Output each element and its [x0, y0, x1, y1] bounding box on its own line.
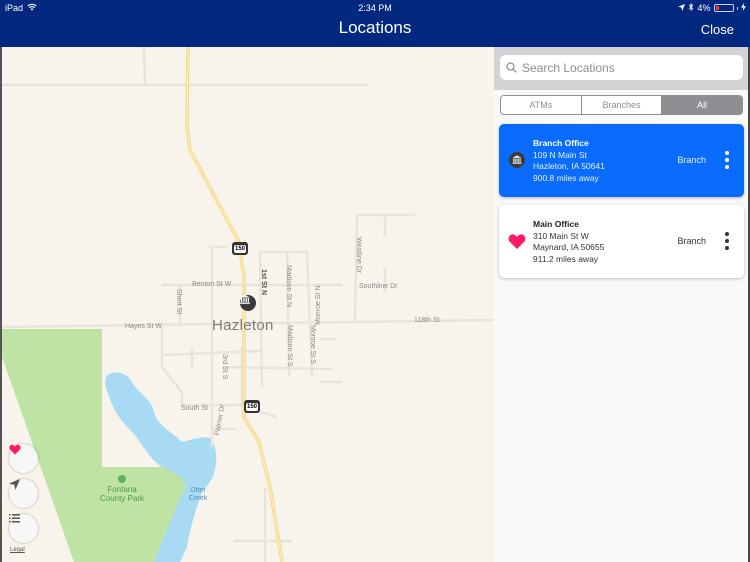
location-address-line2: Hazleton, IA 50641 [533, 161, 605, 171]
street-label: 118th St [414, 317, 440, 324]
park-marker-icon [118, 475, 126, 483]
street-label: Southline Dr [359, 283, 398, 290]
location-arrow-icon [9, 479, 20, 490]
bluetooth-icon [688, 2, 694, 13]
bank-map-pin[interactable] [240, 295, 256, 311]
heart-icon [508, 232, 526, 250]
park-label: Fontana County Park [99, 485, 145, 503]
battery-percent: 4% [697, 3, 711, 13]
search-field[interactable] [500, 55, 743, 80]
filter-atms[interactable]: ATMs [501, 96, 582, 114]
street-label: Monroe St N [315, 285, 322, 325]
city-label: Hazleton [212, 317, 274, 334]
battery-icon [713, 4, 734, 12]
street-label: 1st St N [260, 269, 267, 296]
highway-shield-icon: 150 [244, 400, 260, 413]
street-label: Hayes St W [125, 323, 162, 330]
street-label: Monroe St S [309, 325, 316, 364]
status-time: 2:34 PM [358, 3, 392, 13]
favorites-button[interactable] [9, 444, 38, 473]
street-label: 3rd St S [221, 354, 228, 380]
list-view-button[interactable] [9, 514, 38, 543]
current-location-button[interactable] [9, 479, 38, 508]
locations-panel: ATMs Branches All Branch Office 109 N Ma… [494, 47, 750, 562]
location-card[interactable]: Branch Office 109 N Main St Hazleton, IA… [499, 124, 744, 197]
close-button[interactable]: Close [701, 22, 734, 37]
search-input[interactable] [522, 60, 722, 75]
search-icon [506, 62, 517, 73]
location-arrow-icon [678, 3, 686, 13]
location-type: Branch [677, 155, 706, 165]
street-label: Madison St N [285, 265, 292, 308]
street-label: Madison St S [286, 325, 293, 367]
bank-icon [508, 151, 526, 169]
status-bar: iPad 2:34 PM 4% [0, 0, 750, 15]
location-address-line2: Maynard, IA 50655 [533, 242, 605, 252]
location-type: Branch [677, 236, 706, 246]
filter-all[interactable]: All [662, 96, 742, 114]
street-label: Short St [175, 289, 182, 315]
map-view[interactable]: 150 150 Hazleton Benton St W Hayes St W … [0, 47, 494, 562]
location-address-line1: 310 Main St W [533, 230, 589, 241]
list-icon [9, 514, 20, 523]
location-card[interactable]: Main Office 310 Main St W Maynard, IA 50… [499, 205, 744, 278]
highway-shield-icon: 150 [232, 242, 248, 255]
page-title: Locations [338, 18, 412, 37]
location-address-line1: 109 N Main St [533, 149, 587, 160]
location-name: Branch Office [533, 138, 589, 148]
street-label: South St [181, 405, 208, 412]
charging-icon [741, 3, 746, 13]
more-options-icon[interactable] [723, 232, 731, 250]
filter-branches[interactable]: Branches [581, 96, 663, 114]
location-distance: 900.8 miles away [533, 172, 599, 183]
bank-icon [240, 295, 250, 304]
location-distance: 911.2 miles away [533, 253, 599, 264]
filter-segmented-control: ATMs Branches All [500, 95, 743, 115]
street-label: Westline Dr [355, 237, 362, 274]
more-options-icon[interactable] [723, 151, 731, 169]
street-label: Benton St W [192, 281, 232, 288]
battery-tip [736, 6, 738, 10]
search-bar [494, 47, 748, 90]
creek-label: Otter Creek [188, 487, 208, 502]
legal-link[interactable]: Legal [10, 547, 25, 553]
location-name: Main Office [533, 219, 579, 229]
heart-icon [9, 444, 21, 455]
top-bar: iPad 2:34 PM 4% Locations Close [0, 0, 750, 47]
